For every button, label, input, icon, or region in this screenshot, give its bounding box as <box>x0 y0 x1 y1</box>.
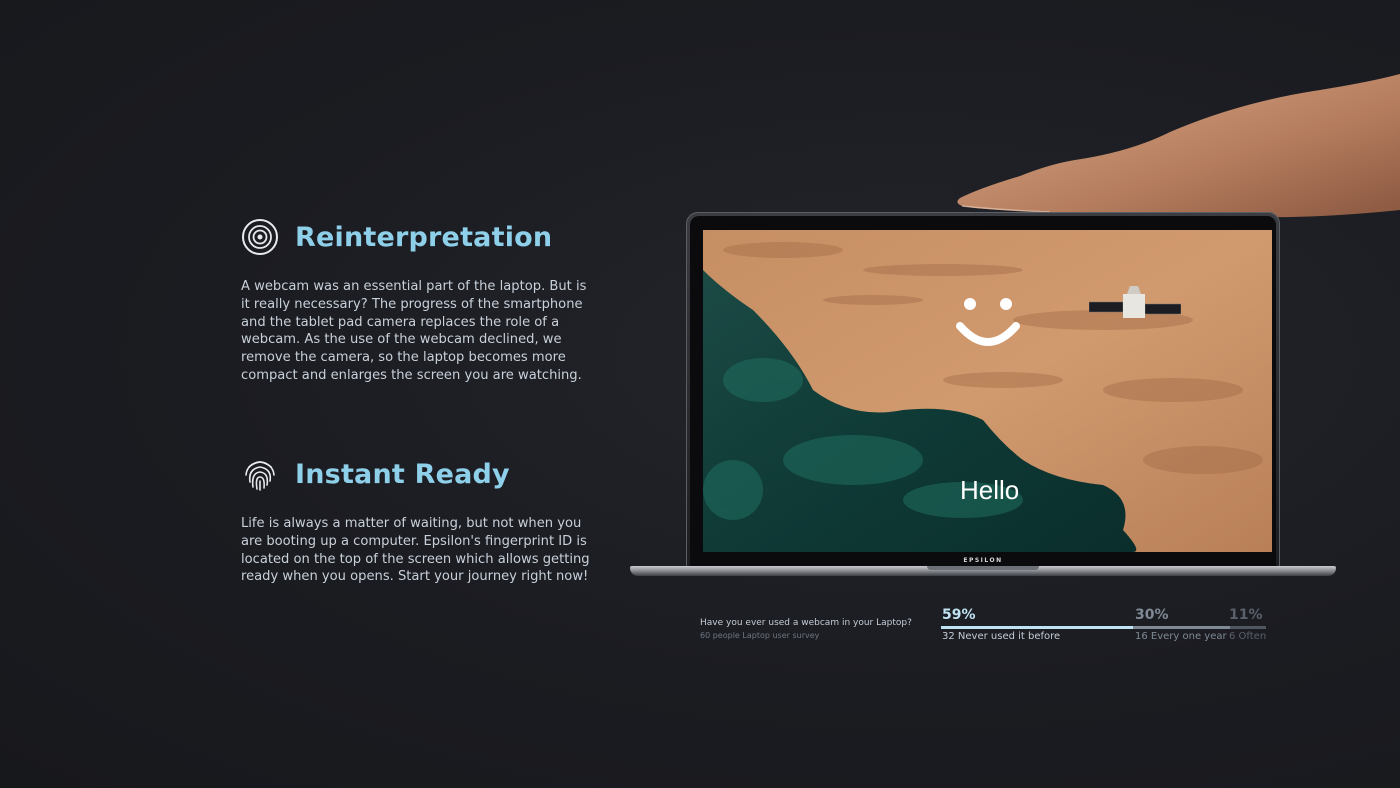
section-header: Instant Ready <box>241 455 591 493</box>
laptop-screen: Hello <box>703 230 1272 552</box>
laptop-lid: Hello EPSILON <box>686 212 1280 568</box>
section-description: Life is always a matter of waiting, but … <box>241 516 590 585</box>
survey-subtitle: 60 people Laptop user survey <box>700 631 820 640</box>
reinterpretation-section: Reinterpretation A webcam was an essenti… <box>241 218 591 385</box>
section-description: A webcam was an essential part of the la… <box>241 279 587 383</box>
satellite-icon <box>1089 286 1181 318</box>
survey-progress-bar <box>941 626 1266 629</box>
laptop-bezel: Hello EPSILON <box>690 216 1276 568</box>
laptop-base <box>630 566 1336 576</box>
laptop-notch <box>927 566 1039 570</box>
smiley-icon <box>956 298 1020 346</box>
instant-ready-section: Instant Ready Life is always a matter of… <box>241 455 591 586</box>
camera-lens-icon <box>241 218 279 256</box>
section-title: Reinterpretation <box>295 221 553 253</box>
section-header: Reinterpretation <box>241 218 591 256</box>
survey-percent-1: 59% <box>942 607 976 623</box>
hand-image <box>957 74 1400 218</box>
fingerprint-icon <box>241 455 279 493</box>
survey-bar-segment-2 <box>1132 626 1231 629</box>
section-title: Instant Ready <box>295 458 510 490</box>
survey-bar-segment-3 <box>1230 626 1266 629</box>
survey-question: Have you ever used a webcam in your Lapt… <box>700 618 912 628</box>
survey-percent-2: 30% <box>1135 607 1169 623</box>
survey-label-1: 32 Never used it before <box>942 631 1061 642</box>
survey-percent-3: 11% <box>1229 607 1263 623</box>
survey-label-3: 6 Often <box>1229 631 1267 642</box>
greeting-text: Hello <box>960 475 1020 505</box>
survey-label-2: 16 Every one year <box>1135 631 1227 642</box>
survey-bar-segment-1 <box>941 626 1133 629</box>
laptop-brand-label: EPSILON <box>963 557 1003 564</box>
